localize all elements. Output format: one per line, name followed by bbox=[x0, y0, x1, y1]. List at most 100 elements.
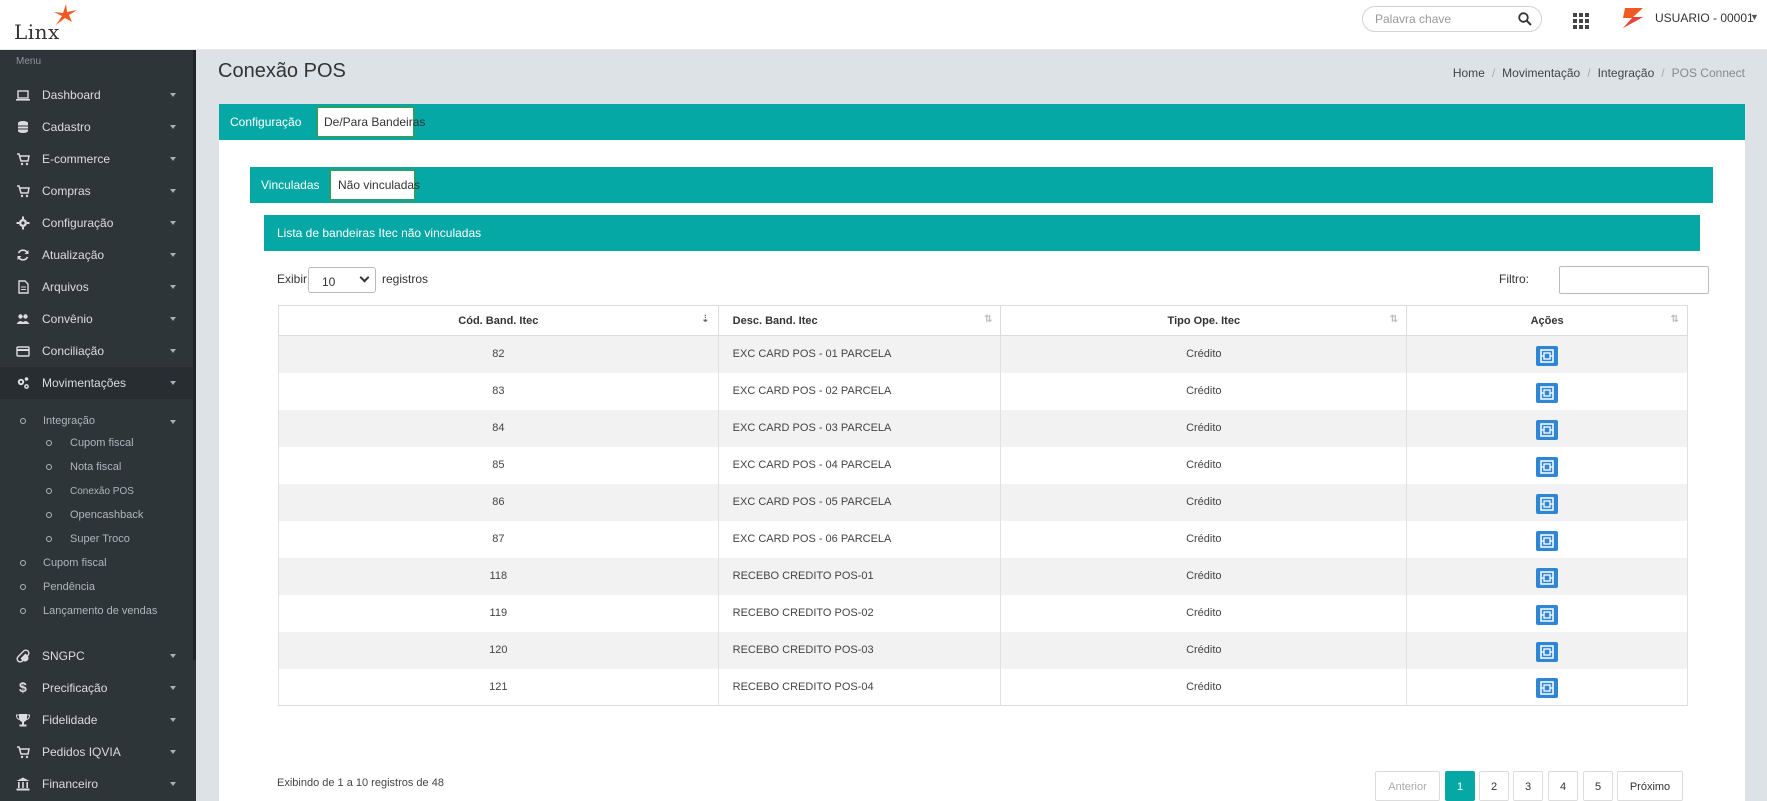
submenu-pendencia[interactable]: Pendência bbox=[0, 577, 170, 599]
pagination-page-2[interactable]: 2 bbox=[1479, 771, 1509, 801]
sidebar-item-label: Pedidos IQVIA bbox=[42, 745, 121, 759]
pagination-label: Anterior bbox=[1388, 781, 1427, 793]
pagination-previous[interactable]: Anterior bbox=[1375, 771, 1440, 801]
filter-input[interactable] bbox=[1559, 266, 1709, 294]
submenu-nota-fiscal[interactable]: Nota fiscal bbox=[0, 457, 170, 479]
sidebar-item-atualizacao[interactable]: Atualização bbox=[0, 239, 193, 271]
sidebar-item-arquivos[interactable]: Arquivos bbox=[0, 271, 193, 303]
tab-nao-vinculadas[interactable]: Não vinculadas bbox=[327, 167, 421, 203]
sort-asc-icon: ⇣ bbox=[701, 314, 710, 325]
cell-tipo: Crédito bbox=[1000, 668, 1408, 706]
cell-desc: EXC CARD POS - 01 PARCELA bbox=[717, 335, 1002, 373]
column-label: Cód. Band. Itec bbox=[458, 314, 539, 327]
submenu-integracao[interactable]: Integração bbox=[0, 411, 193, 433]
cell-desc: RECEBO CREDITO POS-04 bbox=[717, 668, 1002, 706]
submenu-super-troco[interactable]: Super Troco bbox=[0, 529, 170, 551]
caret-down-icon bbox=[170, 718, 176, 722]
menu-title: Menu bbox=[16, 56, 42, 67]
link-action-button[interactable] bbox=[1536, 604, 1559, 625]
user-menu[interactable]: USUARIO - 00001 bbox=[1655, 11, 1754, 25]
submenu-label: Integração bbox=[43, 415, 95, 427]
sidebar-item-financeiro[interactable]: Financeiro bbox=[0, 768, 193, 800]
tab-vinculadas[interactable]: Vinculadas bbox=[250, 167, 326, 203]
sidebar-item-ecommerce[interactable]: E-commerce bbox=[0, 143, 193, 175]
cell-acoes bbox=[1406, 335, 1688, 373]
pagination-page-5[interactable]: 5 bbox=[1583, 771, 1613, 801]
sidebar-item-convenio[interactable]: Convênio bbox=[0, 303, 193, 335]
submenu-label: Pendência bbox=[43, 581, 95, 593]
tab-configuracao[interactable]: Configuração bbox=[219, 104, 311, 140]
column-desc-band[interactable]: Desc. Band. Itec ⇅ bbox=[717, 305, 1002, 336]
link-action-button[interactable] bbox=[1536, 493, 1559, 514]
link-action-button[interactable] bbox=[1536, 419, 1559, 440]
breadcrumb-home[interactable]: Home bbox=[1453, 66, 1485, 80]
column-tipo-ope[interactable]: Tipo Ope. Itec ⇅ bbox=[1000, 305, 1408, 336]
caret-down-icon bbox=[170, 750, 176, 754]
sidebar-item-pedidos-iqvia[interactable]: Pedidos IQVIA bbox=[0, 736, 193, 768]
linx-logo[interactable]: Linx bbox=[14, 4, 77, 44]
link-action-button[interactable] bbox=[1536, 382, 1559, 403]
submenu-cupom-fiscal[interactable]: Cupom fiscal bbox=[0, 433, 170, 455]
tab-label: Não vinculadas bbox=[338, 178, 421, 192]
search-icon[interactable] bbox=[1518, 12, 1532, 26]
pagination-page-3[interactable]: 3 bbox=[1513, 771, 1543, 801]
link-action-button[interactable] bbox=[1536, 678, 1559, 699]
sidebar-item-conciliacao[interactable]: Conciliação bbox=[0, 335, 193, 367]
link-action-button[interactable] bbox=[1536, 456, 1559, 477]
pagination-page-4[interactable]: 4 bbox=[1548, 771, 1578, 801]
sub-tab-bar: Vinculadas Não vinculadas bbox=[250, 167, 1713, 203]
content-panel: Configuração De/Para Bandeiras Vinculada… bbox=[219, 104, 1745, 801]
sidebar-item-label: E-commerce bbox=[42, 152, 111, 166]
link-icon bbox=[1540, 459, 1554, 474]
tab-label: Vinculadas bbox=[261, 178, 320, 192]
sidebar-item-sngpc[interactable]: SNGPC bbox=[0, 640, 193, 672]
apps-grid-icon[interactable] bbox=[1573, 13, 1589, 29]
cell-acoes bbox=[1406, 409, 1688, 447]
sidebar-item-precificacao[interactable]: $ Precificação bbox=[0, 672, 193, 704]
search-input[interactable] bbox=[1375, 11, 1515, 27]
sidebar-item-configuracao[interactable]: Configuração bbox=[0, 207, 193, 239]
sidebar-item-label: Arquivos bbox=[42, 280, 89, 294]
cell-acoes bbox=[1406, 520, 1688, 558]
sidebar-item-compras[interactable]: Compras bbox=[0, 175, 193, 207]
database-icon bbox=[18, 121, 28, 133]
submenu-label: Nota fiscal bbox=[70, 461, 122, 473]
link-action-button[interactable] bbox=[1536, 530, 1559, 551]
submenu-lancamento-vendas[interactable]: Lançamento de vendas bbox=[0, 601, 170, 623]
dollar-icon: $ bbox=[19, 679, 27, 695]
user-logo-icon bbox=[1623, 8, 1643, 28]
link-icon bbox=[1540, 385, 1554, 400]
pagination-label: 3 bbox=[1524, 781, 1532, 793]
pagination-label: 5 bbox=[1594, 781, 1602, 793]
pagination-next[interactable]: Próximo bbox=[1617, 771, 1683, 801]
sidebar-item-cadastro[interactable]: Cadastro bbox=[0, 111, 193, 143]
link-action-button[interactable] bbox=[1536, 345, 1559, 366]
page-size-label: Exibir bbox=[277, 272, 308, 286]
caret-down-icon bbox=[170, 157, 176, 161]
caret-down-icon bbox=[170, 420, 176, 424]
sidebar-item-movimentacoes[interactable]: Movimentações bbox=[0, 367, 193, 399]
submenu-cupom-fiscal-2[interactable]: Cupom fiscal bbox=[0, 553, 170, 575]
file-icon bbox=[18, 280, 29, 294]
breadcrumb-current: POS Connect bbox=[1671, 66, 1745, 80]
sidebar-item-dashboard[interactable]: Dashboard bbox=[0, 79, 193, 111]
link-action-button[interactable] bbox=[1536, 641, 1559, 662]
page-size-select[interactable]: 10 bbox=[308, 267, 376, 293]
sidebar-item-fidelidade[interactable]: Fidelidade bbox=[0, 704, 193, 736]
submenu-conexao-pos[interactable]: Conexão POS bbox=[0, 481, 170, 503]
list-header-title: Lista de bandeiras Itec não vinculadas bbox=[277, 226, 482, 240]
page-size-value: 10 bbox=[322, 275, 336, 289]
column-cod-band[interactable]: Cód. Band. Itec ⇣ bbox=[278, 305, 719, 336]
column-label: Ações bbox=[1530, 314, 1564, 327]
link-action-button[interactable] bbox=[1536, 567, 1559, 588]
column-acoes[interactable]: Ações ⇅ bbox=[1406, 305, 1688, 336]
tab-de-para-bandeiras[interactable]: De/Para Bandeiras bbox=[314, 104, 425, 140]
records-info: Exibindo de 1 a 10 registros de 48 bbox=[277, 777, 444, 789]
cell-cod: 119 bbox=[278, 594, 719, 632]
breadcrumb-integracao[interactable]: Integração bbox=[1598, 66, 1655, 80]
chevron-down-icon[interactable]: ▼ bbox=[1750, 12, 1759, 22]
pagination-page-1[interactable]: 1 bbox=[1445, 771, 1475, 801]
breadcrumb-movimentacao[interactable]: Movimentação bbox=[1502, 66, 1580, 80]
submenu-opencashback[interactable]: Opencashback bbox=[0, 505, 170, 527]
cell-cod: 118 bbox=[278, 557, 719, 595]
